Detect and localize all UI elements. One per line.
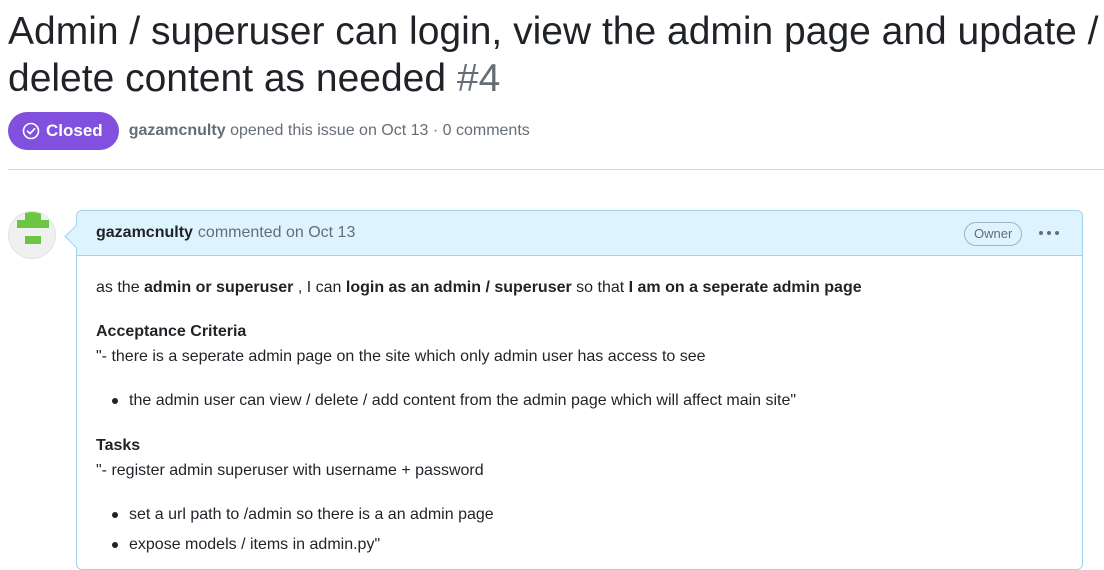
story-bold-goal: I am on a seperate admin page (628, 279, 862, 296)
story-bold-action: login as an admin / superuser (345, 279, 572, 296)
check-circle-icon (22, 122, 40, 140)
story-bold-role: admin or superuser (144, 279, 294, 296)
identicon-avatar (17, 212, 49, 244)
header-divider (8, 169, 1104, 170)
tasks-heading: Tasks (96, 437, 141, 454)
comment-timestamp[interactable]: commented on Oct 13 (198, 224, 355, 242)
tasks-line: "- register admin superuser with usernam… (96, 462, 484, 479)
comment-box: gazamcnulty commented on Oct 13 Owner as… (76, 210, 1083, 570)
story-text: so that (571, 279, 629, 296)
story-text: , I can (293, 279, 346, 296)
acceptance-criteria-list: the admin user can view / delete / add c… (96, 388, 796, 418)
comment-author-link[interactable]: gazamcnulty (96, 224, 193, 242)
issue-meta: Closed gazamcnulty opened this issue on … (8, 112, 530, 150)
acceptance-criteria-line: "- there is a seperate admin page on the… (96, 348, 706, 365)
acceptance-criteria-heading: Acceptance Criteria (96, 323, 247, 340)
issue-number: #4 (456, 57, 501, 100)
issue-opened-info: gazamcnulty opened this issue on Oct 13 … (129, 122, 530, 140)
issue-state-label: Closed (46, 121, 103, 140)
issue-title-text: Admin / superuser can login, view the ad… (8, 10, 1099, 100)
list-item: set a url path to /admin so there is a a… (96, 502, 494, 532)
issue-state-badge: Closed (8, 112, 119, 150)
story-text: as the (96, 279, 145, 296)
tasks-list: set a url path to /admin so there is a a… (96, 502, 494, 562)
issue-title: Admin / superuser can login, view the ad… (8, 8, 1104, 102)
avatar[interactable] (8, 211, 56, 259)
issue-author-link[interactable]: gazamcnulty (129, 122, 226, 139)
story-paragraph: as the admin or superuser , I can login … (96, 275, 862, 300)
kebab-horizontal-icon[interactable] (1037, 221, 1061, 245)
list-item: the admin user can view / delete / add c… (96, 388, 796, 418)
comment-header: gazamcnulty commented on Oct 13 Owner (77, 211, 1082, 256)
owner-badge: Owner (964, 222, 1023, 246)
issue-opened-text: opened this issue on Oct 13 · 0 comments (230, 122, 530, 139)
